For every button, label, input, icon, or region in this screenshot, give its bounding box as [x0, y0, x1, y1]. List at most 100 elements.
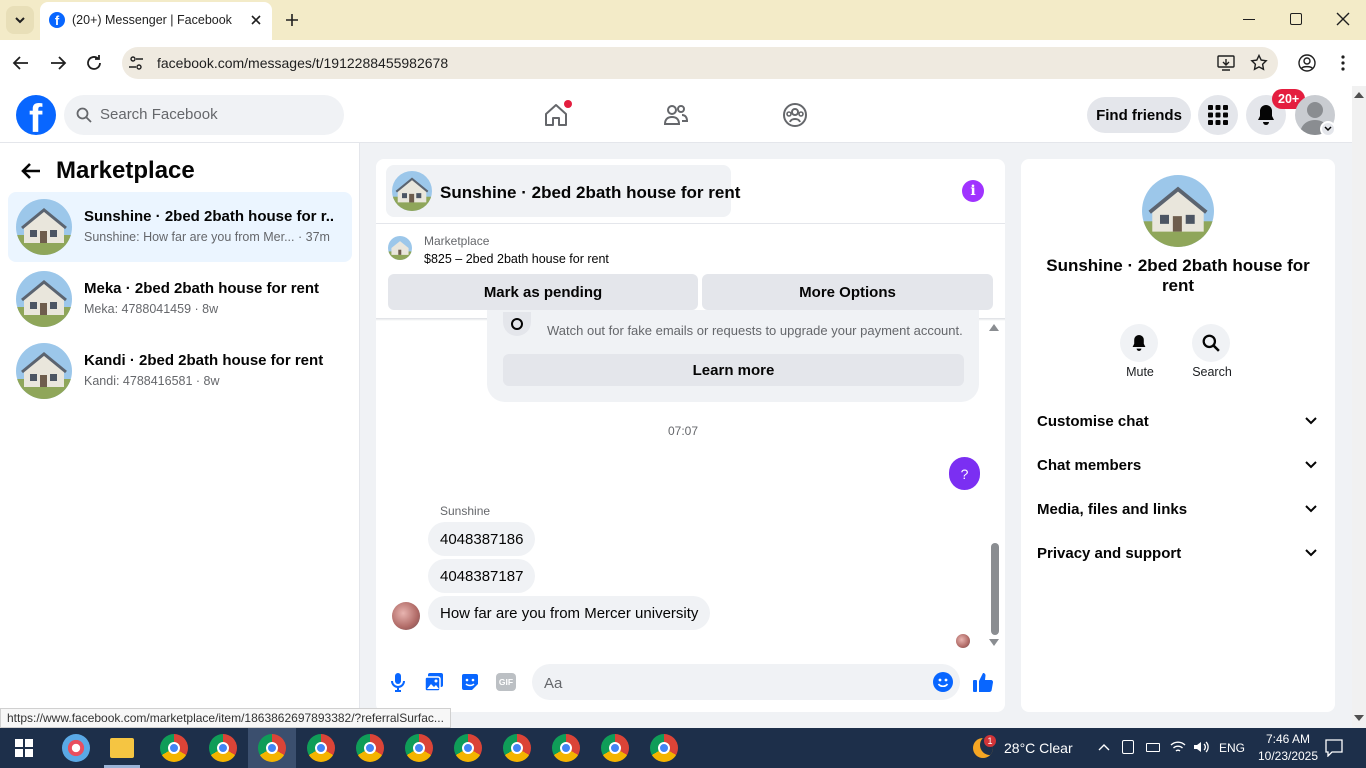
- photo-icon[interactable]: [424, 672, 444, 692]
- conversation-name: Kandi · 2bed 2bath house for rent: [84, 352, 324, 369]
- taskbar: [0, 728, 1366, 768]
- media-files-links-section[interactable]: Media, files and links: [1037, 497, 1317, 521]
- chrome-icon[interactable]: [258, 734, 286, 762]
- chrome-icon[interactable]: [160, 734, 188, 762]
- tab-title: (20+) Messenger | Facebook: [72, 13, 232, 27]
- incoming-message-bubble[interactable]: 4048387186: [428, 522, 536, 556]
- windows-start-icon[interactable]: [15, 739, 33, 757]
- clock-date[interactable]: 10/23/2025: [1251, 749, 1325, 763]
- chrome-icon[interactable]: [307, 734, 335, 762]
- volume-icon[interactable]: [1193, 740, 1209, 754]
- url-text[interactable]: facebook.com/messages/t/1912288455982678: [157, 55, 448, 71]
- search-placeholder: Search Facebook: [100, 106, 218, 123]
- conversation-preview: Meka: 4788041459 · 8w: [84, 302, 219, 316]
- reload-icon[interactable]: [85, 54, 103, 72]
- chevron-down-icon: [1305, 461, 1317, 469]
- customise-chat-section[interactable]: Customise chat: [1037, 409, 1317, 433]
- conversation-name: Meka · 2bed 2bath house for rent: [84, 280, 320, 297]
- chat-title: Sunshine · 2bed 2bath house for rent: [440, 183, 741, 202]
- file-explorer-icon[interactable]: [110, 738, 134, 758]
- chrome-icon[interactable]: [552, 734, 580, 762]
- chrome-icon[interactable]: [405, 734, 433, 762]
- chrome-icon[interactable]: [503, 734, 531, 762]
- chrome-icon[interactable]: [356, 734, 384, 762]
- menu-button[interactable]: [1198, 95, 1238, 135]
- marketplace-label: Marketplace: [424, 234, 490, 248]
- sender-avatar: [392, 602, 420, 630]
- facebook-logo-icon[interactable]: f: [16, 95, 56, 135]
- tray-overflow-chevron-icon[interactable]: [1098, 743, 1110, 751]
- chat-members-section[interactable]: Chat members: [1037, 453, 1317, 477]
- browser-menu-icon[interactable]: [1341, 55, 1345, 71]
- section-label: Chat members: [1037, 456, 1142, 474]
- wifi-icon[interactable]: [1170, 740, 1186, 754]
- mark-as-pending-button[interactable]: Mark as pending: [388, 274, 698, 310]
- groups-icon[interactable]: [782, 102, 808, 128]
- tab-close-icon[interactable]: [248, 12, 264, 28]
- meet-now-icon[interactable]: [1122, 740, 1134, 754]
- bell-icon: [1258, 105, 1274, 125]
- chat-avatar: [392, 171, 432, 211]
- like-thumb-icon[interactable]: [972, 671, 994, 693]
- battery-icon[interactable]: [1146, 743, 1160, 752]
- listing-thumbnail: [16, 199, 72, 255]
- page-scrollbar[interactable]: [1352, 86, 1366, 728]
- mute-label: Mute: [1126, 365, 1154, 379]
- minimize-icon[interactable]: [1243, 19, 1255, 20]
- new-tab-icon[interactable]: [284, 12, 300, 28]
- chrome-icon[interactable]: [650, 734, 678, 762]
- site-settings-icon[interactable]: [128, 55, 144, 71]
- back-icon[interactable]: [12, 54, 30, 72]
- chat-scrollbar-thumb[interactable]: [991, 543, 999, 635]
- page-scroll-down-icon[interactable]: [1354, 715, 1364, 721]
- snipping-tool-icon[interactable]: [62, 734, 90, 762]
- page-scroll-up-icon[interactable]: [1354, 92, 1364, 98]
- gif-icon[interactable]: GIF: [496, 673, 516, 691]
- incoming-message-bubble[interactable]: 4048387187: [428, 559, 536, 593]
- weather-text[interactable]: 28°C Clear: [1004, 740, 1073, 756]
- read-receipt-avatar: [956, 634, 970, 648]
- chrome-icon[interactable]: [601, 734, 629, 762]
- input-language[interactable]: ENG: [1219, 741, 1245, 755]
- restore-icon[interactable]: [1290, 13, 1302, 25]
- mute-button[interactable]: [1120, 324, 1158, 362]
- sticker-icon[interactable]: [460, 672, 480, 692]
- profile-icon[interactable]: [1298, 54, 1316, 72]
- listing-thumbnail: [16, 343, 72, 399]
- security-warning-text: Watch out for fake emails or requests to…: [547, 323, 963, 338]
- bookmark-star-icon[interactable]: [1250, 54, 1268, 72]
- chevron-down-icon: [1305, 549, 1317, 557]
- info-icon[interactable]: i: [962, 180, 984, 202]
- more-options-button[interactable]: More Options: [702, 274, 993, 310]
- back-arrow-icon[interactable]: [20, 160, 42, 182]
- message-input-placeholder: Aa: [544, 675, 563, 692]
- close-window-icon[interactable]: [1336, 12, 1350, 26]
- chrome-icon[interactable]: [209, 734, 237, 762]
- forward-icon[interactable]: [49, 54, 67, 72]
- friends-icon[interactable]: [663, 102, 689, 128]
- privacy-support-section[interactable]: Privacy and support: [1037, 541, 1317, 565]
- search-in-chat-button[interactable]: [1192, 324, 1230, 362]
- account-chevron-icon[interactable]: [1320, 121, 1336, 137]
- learn-more-button[interactable]: Learn more: [503, 354, 964, 386]
- notification-center-icon[interactable]: [1325, 739, 1343, 757]
- weather-alert-badge: 1: [984, 735, 996, 747]
- conversation-preview: Kandi: 4788416581 · 8w: [84, 374, 220, 388]
- scroll-down-arrow-icon[interactable]: [989, 639, 999, 646]
- chrome-icon[interactable]: [454, 734, 482, 762]
- tab-search-button[interactable]: [6, 6, 34, 34]
- emoji-icon[interactable]: [933, 672, 953, 692]
- install-app-icon[interactable]: [1217, 55, 1235, 71]
- outgoing-message-bubble[interactable]: ?: [949, 457, 980, 490]
- details-avatar: [1142, 175, 1214, 247]
- incoming-message-bubble[interactable]: How far are you from Mercer university: [428, 596, 711, 630]
- link-status-bar: https://www.facebook.com/marketplace/ite…: [0, 708, 451, 728]
- scroll-up-arrow-icon[interactable]: [989, 324, 999, 331]
- message-input[interactable]: [532, 664, 960, 700]
- clock-time[interactable]: 7:46 AM: [1259, 732, 1317, 746]
- listing-price-title[interactable]: $825 – 2bed 2bath house for rent: [424, 252, 609, 266]
- chevron-down-icon: [1305, 417, 1317, 425]
- microphone-icon[interactable]: [390, 672, 406, 692]
- search-label: Search: [1192, 365, 1232, 379]
- find-friends-button[interactable]: Find friends: [1087, 97, 1191, 133]
